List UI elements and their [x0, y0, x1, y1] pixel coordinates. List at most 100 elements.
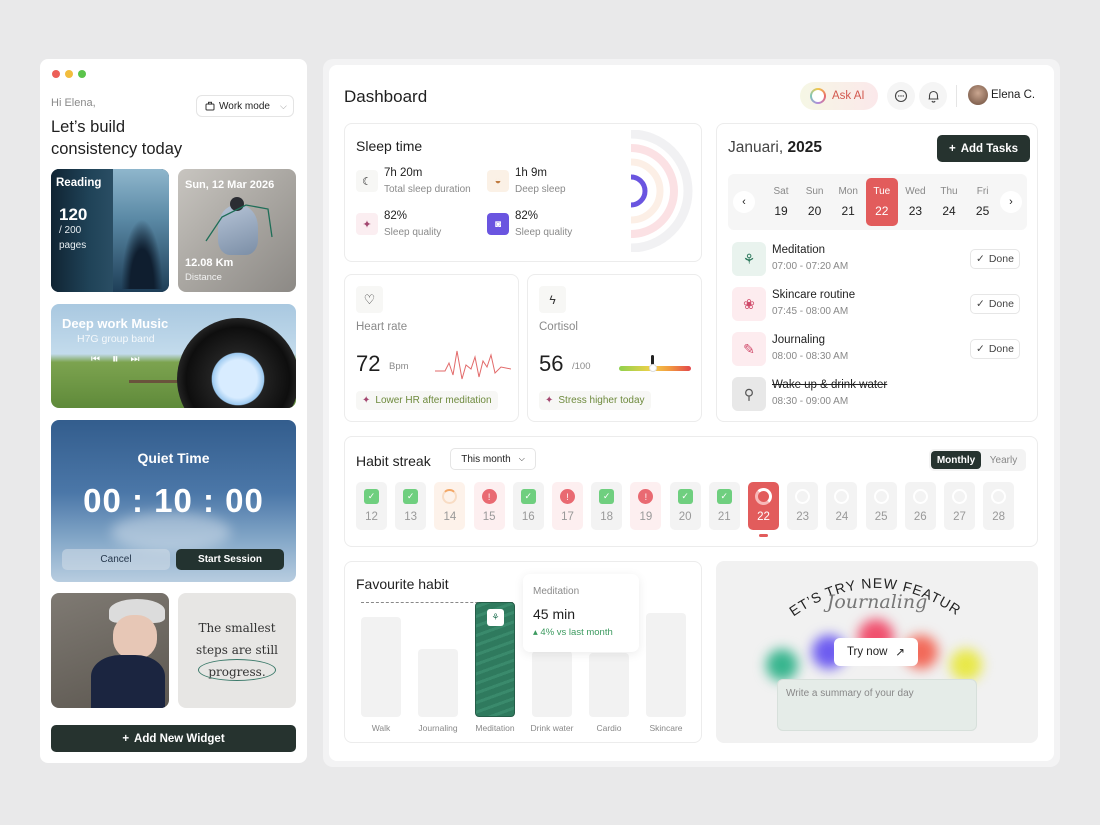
lotus-icon: ⚘	[487, 609, 504, 626]
music-card[interactable]: Deep work Music H7G group band ⏮ ⏸ ⏭	[51, 304, 296, 408]
habit-bar-label: Walk	[371, 723, 391, 733]
headline-line-1: Let’s build	[51, 118, 126, 136]
trend-up-icon: ▴	[533, 627, 538, 638]
streak-day[interactable]: ! 17	[552, 482, 583, 530]
window-close-dot[interactable]	[52, 70, 60, 78]
add-widget-button[interactable]: + Add New Widget	[51, 725, 296, 752]
streak-day[interactable]: 14	[434, 482, 466, 530]
calendar-date: 25	[975, 204, 990, 218]
streak-day[interactable]: ✓ 21	[708, 482, 740, 530]
calendar-weekday: Fri	[976, 186, 989, 197]
run-date: Sun, 12 Mar 2026	[185, 179, 275, 191]
done-button[interactable]: ✓ Done	[970, 294, 1020, 314]
streak-day[interactable]: ! 19	[630, 482, 662, 530]
calendar-date: 23	[908, 204, 923, 218]
quiet-time-title: Quiet Time	[137, 450, 210, 466]
reading-unit: pages	[59, 240, 87, 251]
next-week-button[interactable]: ›	[1000, 191, 1022, 213]
check-icon: ✓	[976, 253, 985, 265]
streak-day-number: 14	[443, 511, 457, 523]
calendar-weekday: Mon	[838, 186, 858, 197]
try-now-button[interactable]: Try now ↗	[834, 638, 918, 666]
streak-day-number: 28	[992, 511, 1006, 523]
alert-icon: !	[638, 489, 654, 504]
pause-icon[interactable]: ⏸	[112, 351, 119, 367]
streak-day[interactable]: ✓ 18	[591, 482, 623, 530]
streak-day[interactable]: 24	[826, 482, 858, 530]
quote-card[interactable]: The smallest steps are still progress.	[178, 593, 296, 708]
flower-icon: ❀	[732, 287, 766, 321]
streak-day-number: 24	[835, 511, 849, 523]
habit-bar[interactable]	[361, 617, 401, 717]
feature-card: LET’S TRY NEW FEATURE Journaling Try now…	[716, 561, 1038, 743]
previous-icon[interactable]: ⏮	[91, 354, 100, 365]
streak-day[interactable]: 28	[983, 482, 1015, 530]
reading-card[interactable]: Reading 120 / 200 pages	[51, 169, 169, 292]
task-row[interactable]: ❀ Skincare routine 07:45 - 08:00 AM ✓ Done	[732, 286, 1024, 322]
user-name[interactable]: Elena C.	[991, 89, 1035, 101]
run-card[interactable]: Sun, 12 Mar 2026 12.08 Km Distance	[178, 169, 296, 292]
journal-input[interactable]: Write a summary of your day	[777, 679, 977, 731]
habit-bar[interactable]	[589, 653, 629, 717]
calendar-day[interactable]: Tue 22	[865, 178, 898, 226]
streak-day[interactable]: ✓ 20	[669, 482, 701, 530]
task-time: 07:45 - 08:00 AM	[772, 306, 849, 317]
chevron-right-icon: ›	[1009, 196, 1013, 208]
chat-button[interactable]	[887, 82, 915, 110]
empty-circle-icon	[991, 489, 1007, 504]
lotus-icon: ⚘	[732, 242, 766, 276]
route-line	[205, 204, 273, 242]
done-button[interactable]: ✓ Done	[970, 249, 1020, 269]
avatar[interactable]	[968, 85, 988, 105]
cancel-button[interactable]: Cancel	[62, 549, 170, 570]
task-row[interactable]: ⚘ Meditation 07:00 - 07:20 AM ✓ Done	[732, 241, 1024, 277]
streak-day[interactable]: ✓ 16	[512, 482, 544, 530]
streak-day[interactable]: ! 15	[473, 482, 505, 530]
task-time: 08:30 - 09:00 AM	[772, 396, 849, 407]
calendar-day[interactable]: Mon 21	[832, 178, 864, 226]
done-button[interactable]: ✓ Done	[970, 339, 1020, 359]
streak-day[interactable]: 26	[904, 482, 936, 530]
streak-day[interactable]: 27	[944, 482, 975, 530]
calendar-day[interactable]: Fri 25	[967, 178, 999, 226]
deep-sleep-value: 1h 9m	[515, 167, 547, 179]
start-session-button[interactable]: Start Session	[176, 549, 284, 570]
calendar-day[interactable]: Sun 20	[799, 178, 831, 226]
task-time: 07:00 - 07:20 AM	[772, 261, 849, 272]
work-mode-select[interactable]: Work mode ⌵	[196, 95, 294, 117]
task-row[interactable]: ⚲ Wake up & drink water 08:30 - 09:00 AM	[732, 376, 1024, 412]
habit-bar[interactable]	[646, 613, 686, 717]
streak-day[interactable]: 25	[865, 482, 897, 530]
try-now-label: Try now	[846, 646, 888, 658]
notification-button[interactable]	[919, 82, 947, 110]
sleep-arc-chart	[630, 130, 693, 252]
next-icon[interactable]: ⏭	[131, 354, 140, 365]
calendar-day[interactable]: Thu 24	[933, 178, 965, 226]
sleep-duration-value: 7h 20m	[384, 167, 423, 179]
habit-bar[interactable]: ⚘	[475, 602, 515, 717]
yearly-tab[interactable]: Yearly	[983, 451, 1024, 469]
monthly-tab[interactable]: Monthly	[931, 451, 981, 469]
ask-ai-button[interactable]: Ask AI	[800, 82, 878, 110]
partial-icon	[442, 489, 458, 504]
window-minimize-dot[interactable]	[65, 70, 73, 78]
add-tasks-button[interactable]: + Add Tasks	[937, 135, 1030, 162]
habit-bar[interactable]	[532, 651, 572, 717]
habit-bar[interactable]	[418, 649, 458, 717]
left-panel: Hi Elena, Let’s build consistency today …	[40, 59, 307, 763]
calendar-day[interactable]: Wed 23	[899, 178, 931, 226]
photo-card[interactable]	[51, 593, 169, 708]
task-row[interactable]: ✎ Journaling 08:00 - 08:30 AM ✓ Done	[732, 331, 1024, 367]
habit-bar-label: Meditation	[475, 723, 515, 733]
alert-icon: !	[560, 489, 575, 504]
calendar-weekday: Sat	[773, 186, 789, 197]
streak-day-number: 13	[404, 511, 418, 523]
calendar-day[interactable]: Sat 19	[765, 178, 797, 226]
period-filter[interactable]: This month ⌵	[450, 448, 536, 470]
streak-day[interactable]: ✓ 13	[395, 482, 427, 530]
streak-day[interactable]: ✓ 12	[356, 482, 387, 530]
prev-week-button[interactable]: ‹	[733, 191, 755, 213]
streak-day[interactable]: 22	[748, 482, 779, 537]
streak-day[interactable]: 23	[787, 482, 819, 530]
window-maximize-dot[interactable]	[78, 70, 86, 78]
